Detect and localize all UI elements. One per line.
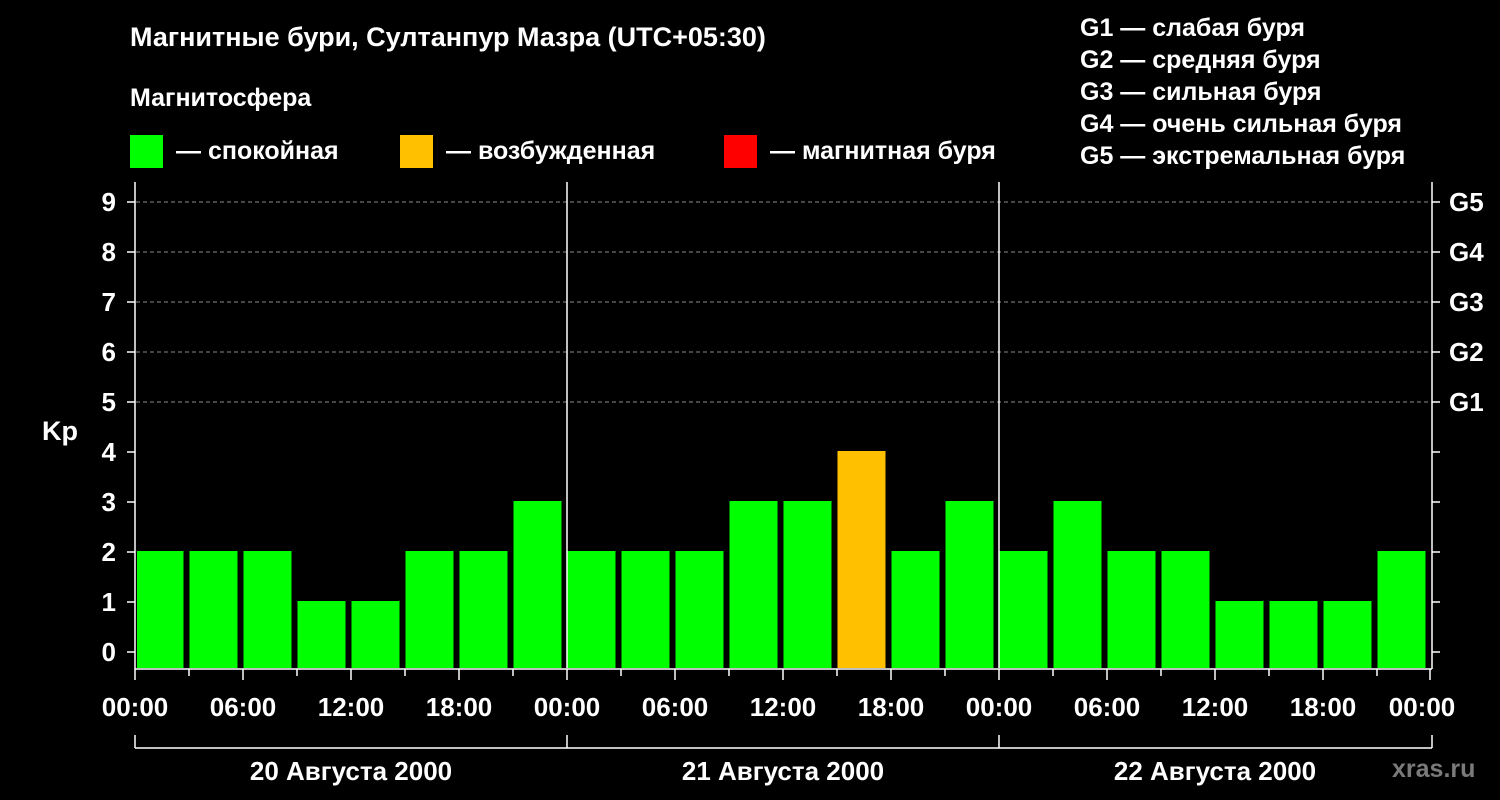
bar-0: [137, 551, 184, 668]
x-tick-label-10: 12:00: [1182, 692, 1249, 722]
bar-6: [459, 551, 508, 668]
bar-18: [1107, 551, 1156, 668]
bar-15: [945, 501, 994, 668]
bar-9: [621, 551, 670, 668]
x-tick-label-8: 00:00: [966, 692, 1033, 722]
x-tick-label-7: 18:00: [858, 692, 925, 722]
bar-21: [1269, 601, 1318, 668]
bar-5: [405, 551, 454, 668]
bar-10: [675, 551, 724, 668]
bar-12: [783, 501, 832, 668]
y-tick-label-0: 0: [102, 637, 116, 667]
y-tick-label-9: 9: [102, 187, 116, 217]
y-tick-label-8: 8: [102, 237, 116, 267]
y-tick-label-5: 5: [102, 387, 116, 417]
bar-17: [1053, 501, 1102, 668]
bar-3: [297, 601, 346, 668]
bar-2: [243, 551, 292, 668]
y-tick-label-2: 2: [102, 537, 116, 567]
x-tick-label-4: 00:00: [534, 692, 601, 722]
y-tick-label-4: 4: [102, 437, 117, 467]
right-tick-label-g4: G4: [1449, 237, 1484, 267]
y-tick-label-1: 1: [102, 587, 116, 617]
bar-13: [837, 451, 886, 668]
bar-1: [189, 551, 238, 668]
bar-14: [891, 551, 940, 668]
watermark: xras.ru: [1392, 755, 1476, 783]
bar-4: [351, 601, 400, 668]
bar-7: [513, 501, 562, 668]
y-tick-label-6: 6: [102, 337, 116, 367]
bar-23: [1377, 551, 1426, 668]
right-tick-label-g5: G5: [1449, 187, 1484, 217]
x-tick-label-9: 06:00: [1074, 692, 1141, 722]
kp-bar-chart: 0 1 2 3 4 5 6 7 8 9 G1 G2 G3 G4 G5 Kp 00:00 06:00 12:00 18:…: [42, 182, 1484, 786]
x-tick-label-2: 12:00: [318, 692, 385, 722]
right-tick-label-g2: G2: [1449, 337, 1484, 367]
bar-11: [729, 501, 778, 668]
x-tick-label-0: 00:00: [102, 692, 169, 722]
x-tick-label-5: 06:00: [642, 692, 709, 722]
x-tick-label-11: 18:00: [1290, 692, 1357, 722]
bar-8: [567, 551, 616, 668]
x-tick-label-6: 12:00: [750, 692, 817, 722]
bar-16: [999, 551, 1048, 668]
x-tick-label-1: 06:00: [210, 692, 277, 722]
right-tick-label-g1: G1: [1449, 387, 1484, 417]
day-label-2: 22 Августа 2000: [1114, 756, 1316, 786]
x-tick-label-12: 00:00: [1389, 692, 1456, 722]
day-label-1: 21 Августа 2000: [682, 756, 884, 786]
x-tick-label-3: 18:00: [426, 692, 493, 722]
bar-22: [1323, 601, 1372, 668]
y-axis-label: Kp: [42, 416, 78, 446]
y-tick-label-3: 3: [102, 487, 116, 517]
y-tick-label-7: 7: [102, 287, 116, 317]
right-tick-label-g3: G3: [1449, 287, 1484, 317]
bar-20: [1215, 601, 1264, 668]
bar-19: [1161, 551, 1210, 668]
day-label-0: 20 Августа 2000: [250, 756, 452, 786]
